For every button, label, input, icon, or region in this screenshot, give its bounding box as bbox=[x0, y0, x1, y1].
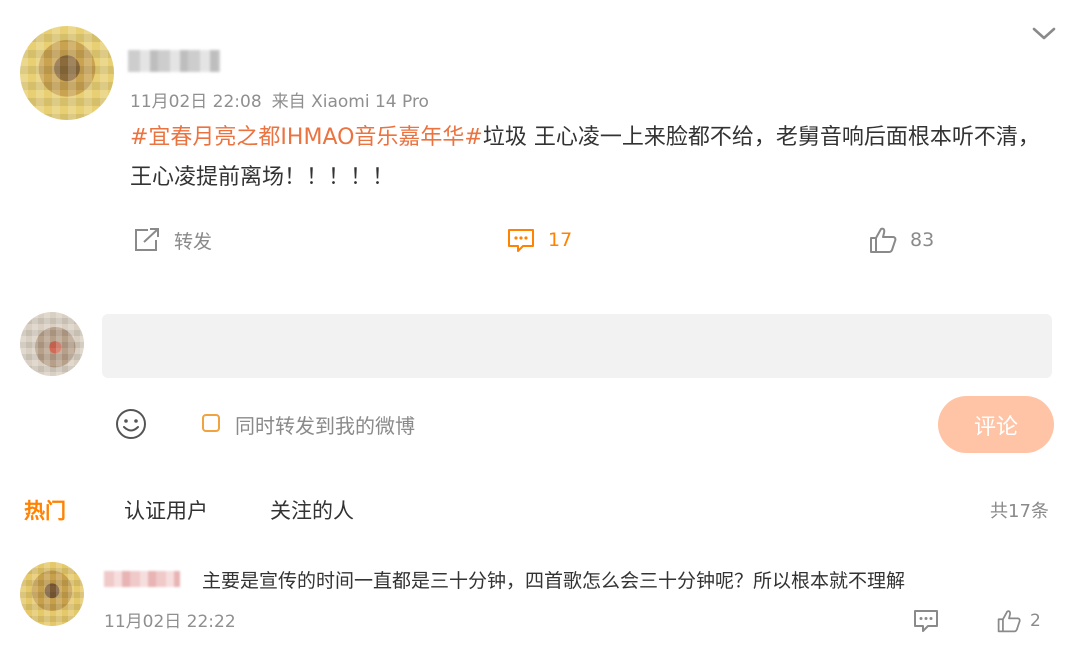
tab-hot[interactable]: 热门 bbox=[24, 495, 66, 525]
thumbs-up-icon bbox=[870, 227, 897, 253]
current-user-avatar[interactable] bbox=[20, 312, 84, 376]
post-source: 来自 Xiaomi 14 Pro bbox=[271, 92, 429, 112]
comment-text: 主要是宣传的时间一直都是三十分钟，四首歌怎么会三十分钟呢？所以根本就不理解 bbox=[202, 570, 906, 592]
post-author-avatar[interactable] bbox=[20, 26, 114, 120]
commenter-name-blurred[interactable] bbox=[104, 571, 180, 587]
like-button[interactable]: 83 bbox=[868, 222, 934, 258]
comment-button[interactable]: 17 bbox=[506, 222, 572, 258]
post-hashtag[interactable]: #宜春月亮之都IHMAO音乐嘉年华# bbox=[130, 125, 483, 150]
comment-total: 共17条 bbox=[990, 501, 1049, 522]
post-body: #宜春月亮之都IHMAO音乐嘉年华#垃圾 王心凌一上来脸都不给，老舅音响后面根本… bbox=[130, 118, 1050, 198]
also-repost-checkbox[interactable] bbox=[202, 414, 220, 432]
tab-following[interactable]: 关注的人 bbox=[270, 495, 354, 525]
also-repost-label[interactable]: 同时转发到我的微博 bbox=[235, 410, 415, 439]
comment-count: 17 bbox=[548, 229, 573, 251]
thumbs-up-icon bbox=[997, 610, 1021, 633]
comment-input[interactable] bbox=[102, 314, 1052, 378]
like-count: 83 bbox=[910, 229, 935, 251]
comment-icon bbox=[508, 229, 534, 252]
emoji-icon[interactable] bbox=[114, 407, 148, 441]
repost-icon bbox=[135, 228, 159, 251]
post-meta: 11月02日 22:08 来自 Xiaomi 14 Pro bbox=[130, 87, 429, 112]
submit-comment-button[interactable]: 评论 bbox=[938, 396, 1054, 453]
commenter-avatar[interactable] bbox=[20, 562, 84, 626]
reply-icon[interactable] bbox=[912, 607, 940, 635]
post-time[interactable]: 11月02日 22:08 bbox=[130, 92, 262, 112]
comment-like-count: 2 bbox=[1030, 611, 1041, 631]
comment-time: 11月02日 22:22 bbox=[104, 612, 236, 632]
comment-like-button[interactable]: 2 bbox=[996, 608, 1041, 634]
post-author-name-blurred[interactable] bbox=[128, 50, 220, 72]
tab-verified-users[interactable]: 认证用户 bbox=[124, 495, 208, 525]
repost-button[interactable]: 转发 bbox=[132, 222, 212, 258]
repost-label: 转发 bbox=[174, 230, 213, 253]
chevron-down-icon[interactable] bbox=[1030, 22, 1058, 44]
